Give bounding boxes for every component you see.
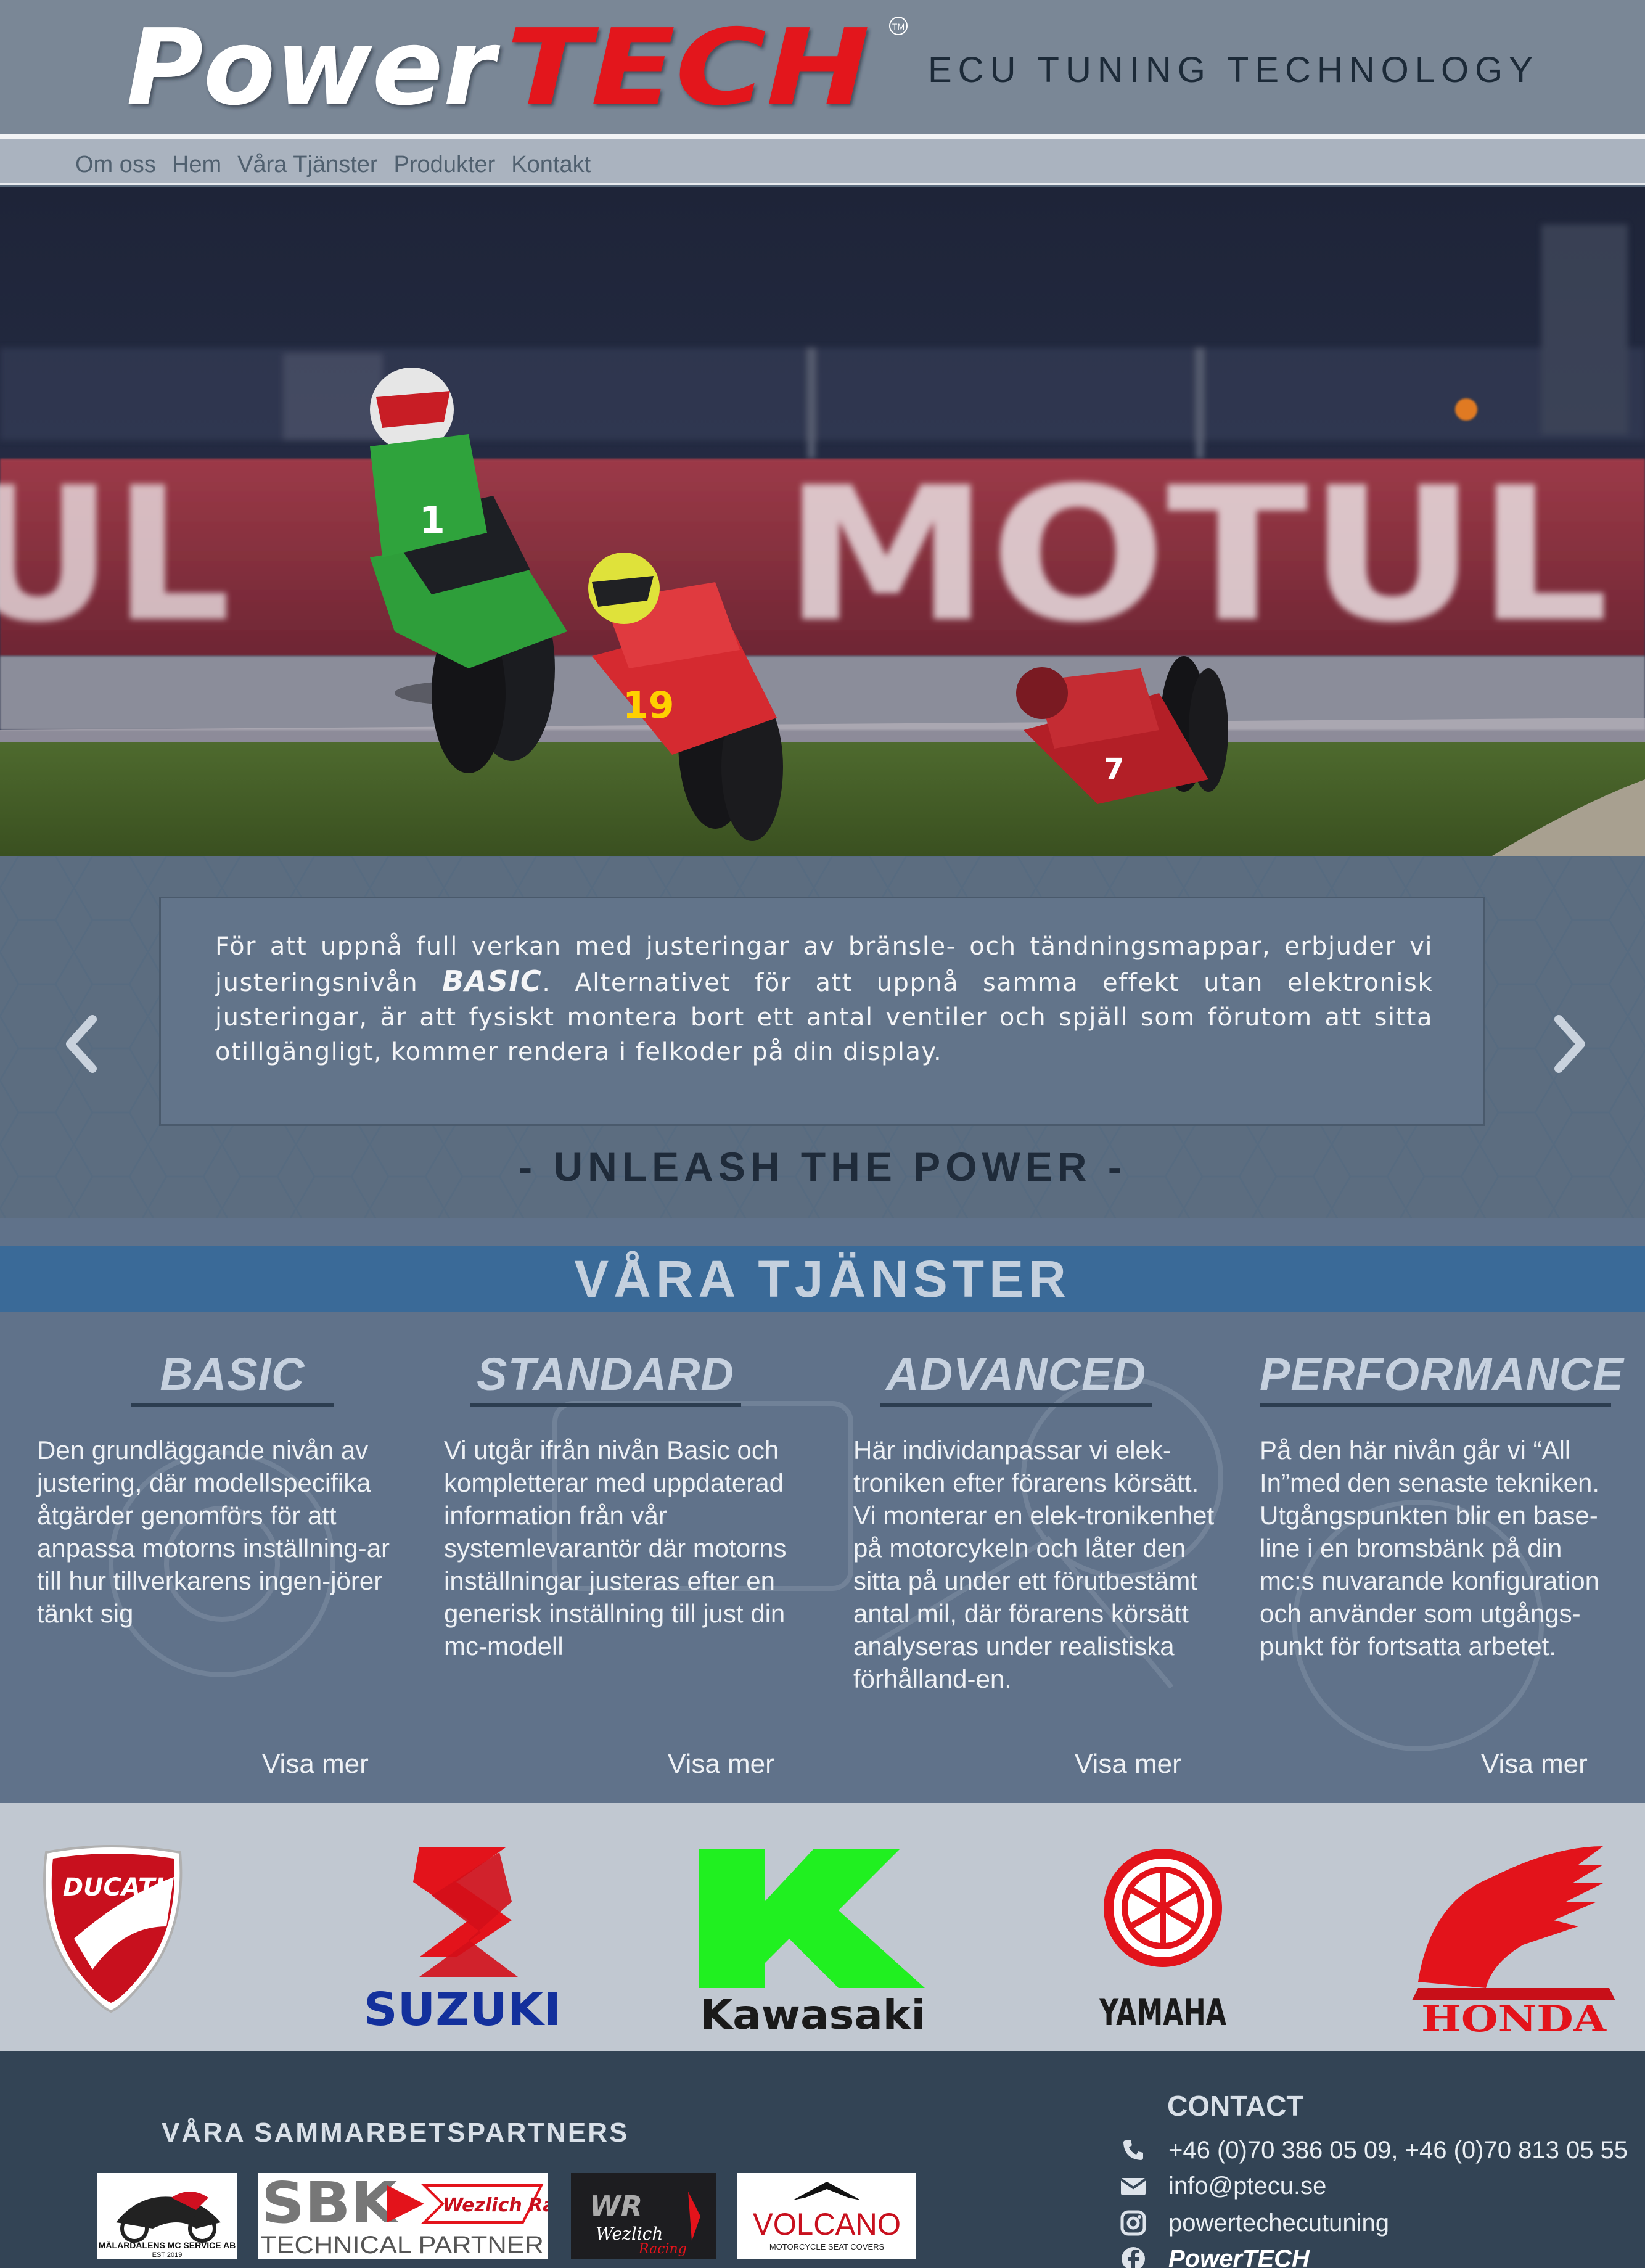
- intro-slider: För att uppnå full verkan med justeringa…: [0, 856, 1645, 1218]
- visa-mer-advanced-link[interactable]: Visa mer: [1075, 1749, 1181, 1780]
- visa-mer-basic-link[interactable]: Visa mer: [262, 1749, 369, 1780]
- instagram-icon: [1119, 2209, 1147, 2237]
- service-text-standard: Vi utgår ifrån nivån Basic och komplette…: [444, 1436, 787, 1661]
- rider-number-1: 1: [419, 499, 445, 542]
- volcano-text: VOLCANO: [753, 2207, 901, 2241]
- service-underline: [880, 1403, 1152, 1407]
- brand-logo-row: DUCATI SUZUKI Kawasaki YAMAHA HONDA: [43, 1845, 1615, 2040]
- yamaha-logo[interactable]: YAMAHA: [1099, 1849, 1226, 2034]
- contact-instagram-text: powertechecutuning: [1168, 2209, 1390, 2237]
- logo-power-text: Power: [126, 12, 501, 123]
- kawasaki-text: Kawasaki: [700, 1991, 925, 2039]
- partner-wezlich-racing[interactable]: WR Wezlich Racing: [571, 2173, 716, 2259]
- slider-next-icon[interactable]: [1545, 1010, 1594, 1078]
- service-underline: [1260, 1403, 1611, 1407]
- svg-text:WR: WR: [589, 2190, 642, 2223]
- sbk-logo: SBK Wezlich Racing TECHNICAL PARTNER: [260, 2170, 599, 2259]
- sbk-technical-partner: TECHNICAL PARTNER: [260, 2232, 544, 2259]
- phone-icon: [1119, 2136, 1147, 2164]
- volcano-subtext: MOTORCYCLE SEAT COVERS: [769, 2242, 885, 2251]
- slider-text-basic: BASIC: [442, 964, 543, 998]
- suzuki-text: SUZUKI: [364, 1983, 561, 2036]
- partners-title: VÅRA SAMMARBETSPARTNERS: [162, 2118, 630, 2148]
- tagline: ECU TUNING TECHNOLOGY: [928, 50, 1539, 90]
- yamaha-text: YAMAHA: [1099, 1991, 1226, 2034]
- visa-mer-standard-link[interactable]: Visa mer: [668, 1749, 774, 1780]
- contact-title: CONTACT: [1167, 2090, 1304, 2122]
- service-text-basic: Den grundläggande nivån av justering, dä…: [37, 1436, 390, 1628]
- service-title-advanced: ADVANCED: [886, 1349, 1146, 1400]
- nav-om-oss[interactable]: Om oss: [75, 152, 156, 178]
- contact-email[interactable]: info@ptecu.se: [1119, 2172, 1326, 2200]
- contact-email-text: info@ptecu.se: [1168, 2172, 1327, 2200]
- rider-number-7: 7: [1104, 752, 1124, 787]
- navbar: Om oss Hem Våra Tjänster Produkter Konta…: [0, 139, 1645, 185]
- honda-text: HONDA: [1421, 1998, 1607, 2040]
- volcano-logo: VOLCANO MOTORCYCLE SEAT COVERS: [753, 2182, 901, 2251]
- service-underline: [470, 1403, 741, 1407]
- facebook-icon: [1119, 2245, 1147, 2268]
- nav-hem[interactable]: Hem: [172, 152, 221, 178]
- contact-facebook-text: PowerTECH: [1168, 2245, 1310, 2268]
- service-text-advanced: Här individanpassar vi elek-troniken eft…: [853, 1436, 1215, 1693]
- service-text-performance: På den här nivån går vi “All In”med den …: [1260, 1436, 1600, 1661]
- contact-phone[interactable]: +46 (0)70 386 05 09, +46 (0)70 813 05 55: [1119, 2136, 1628, 2164]
- services-title: VÅRA TJÄNSTER: [574, 1250, 1071, 1308]
- service-title-performance: PERFORMANCE: [1260, 1349, 1624, 1400]
- malardalens-est: EST 2019: [152, 2251, 183, 2259]
- ducati-text: DUCATI: [63, 1873, 164, 1902]
- partner-sbk[interactable]: SBK Wezlich Racing TECHNICAL PARTNER: [258, 2170, 599, 2259]
- nav-vara-tjanster[interactable]: Våra Tjänster: [237, 152, 377, 178]
- site-footer: VÅRA SAMMARBETSPARTNERS MÄLARDALENS MC S…: [0, 2051, 1645, 2268]
- kawasaki-logo[interactable]: Kawasaki: [699, 1849, 925, 2039]
- partner-volcano[interactable]: VOLCANO MOTORCYCLE SEAT COVERS: [737, 2173, 916, 2259]
- service-card-advanced: ADVANCED Här individanpassar vi elek-tro…: [853, 1348, 1223, 1695]
- slider-text: För att uppnå full verkan med justeringa…: [215, 929, 1433, 1069]
- wezlich-racing-text: Racing: [638, 2241, 687, 2257]
- service-card-basic: BASIC Den grundläggande nivån av justeri…: [37, 1348, 407, 1630]
- contact-facebook[interactable]: PowerTECH: [1119, 2245, 1310, 2268]
- email-icon: [1119, 2172, 1147, 2200]
- nav-menu: Om oss Hem Våra Tjänster Produkter Konta…: [75, 152, 591, 178]
- contact-instagram[interactable]: powertechecutuning: [1119, 2209, 1389, 2237]
- visa-mer-performance-link[interactable]: Visa mer: [1481, 1749, 1588, 1780]
- wezlich-logo: WR Wezlich Racing: [589, 2190, 700, 2257]
- partner-malardalens[interactable]: MÄLARDALENS MC SERVICE AB EST 2019: [97, 2173, 237, 2259]
- malardalens-text: MÄLARDALENS MC SERVICE AB: [99, 2240, 236, 2250]
- powertech-logo[interactable]: Power TECH TM: [126, 12, 928, 123]
- service-underline: [131, 1403, 334, 1407]
- nav-produkter[interactable]: Produkter: [394, 152, 496, 178]
- slider-text-box: För att uppnå full verkan med justeringa…: [159, 897, 1485, 1126]
- services-section: VÅRA TJÄNSTER BASIC Den grundläggande ni…: [0, 1218, 1645, 1803]
- suzuki-logo[interactable]: SUZUKI: [364, 1847, 561, 2036]
- hero-image: MOTUL UL 1 19 7: [0, 187, 1645, 856]
- logo-tech-text: TECH: [506, 12, 870, 123]
- sbk-text: SBK: [261, 2173, 400, 2236]
- service-card-performance: PERFORMANCE På den här nivån går vi “All…: [1260, 1348, 1630, 1662]
- sbk-wezlich: Wezlich Racing: [443, 2195, 548, 2216]
- header-divider: [0, 134, 1645, 139]
- service-title-basic: BASIC: [160, 1349, 305, 1400]
- hero-banner-text: MOTUL: [783, 448, 1609, 663]
- slider-prev-icon[interactable]: [57, 1010, 106, 1078]
- hero-race-scene: MOTUL UL 1 19 7: [0, 187, 1645, 856]
- contact-phone-text: +46 (0)70 386 05 09, +46 (0)70 813 05 55: [1168, 2136, 1628, 2164]
- honda-logo[interactable]: HONDA: [1412, 1846, 1615, 2040]
- slogan: - UNLEASH THE POWER -: [519, 1144, 1126, 1189]
- brand-logos: DUCATI SUZUKI Kawasaki YAMAHA HONDA: [0, 1803, 1645, 2051]
- service-card-standard: STANDARD Vi utgår ifrån nivån Basic och …: [444, 1348, 814, 1662]
- service-title-standard: STANDARD: [477, 1349, 734, 1400]
- svg-text:UL: UL: [0, 448, 231, 663]
- rider-number-19: 19: [623, 684, 675, 727]
- malardalens-logo: MÄLARDALENS MC SERVICE AB EST 2019: [99, 2192, 236, 2259]
- site-header: Power TECH TM ECU TUNING TECHNOLOGY: [0, 0, 1645, 137]
- ducati-logo[interactable]: DUCATI: [43, 1845, 183, 2013]
- logo-tm: TM: [892, 22, 905, 31]
- nav-kontakt[interactable]: Kontakt: [511, 152, 591, 178]
